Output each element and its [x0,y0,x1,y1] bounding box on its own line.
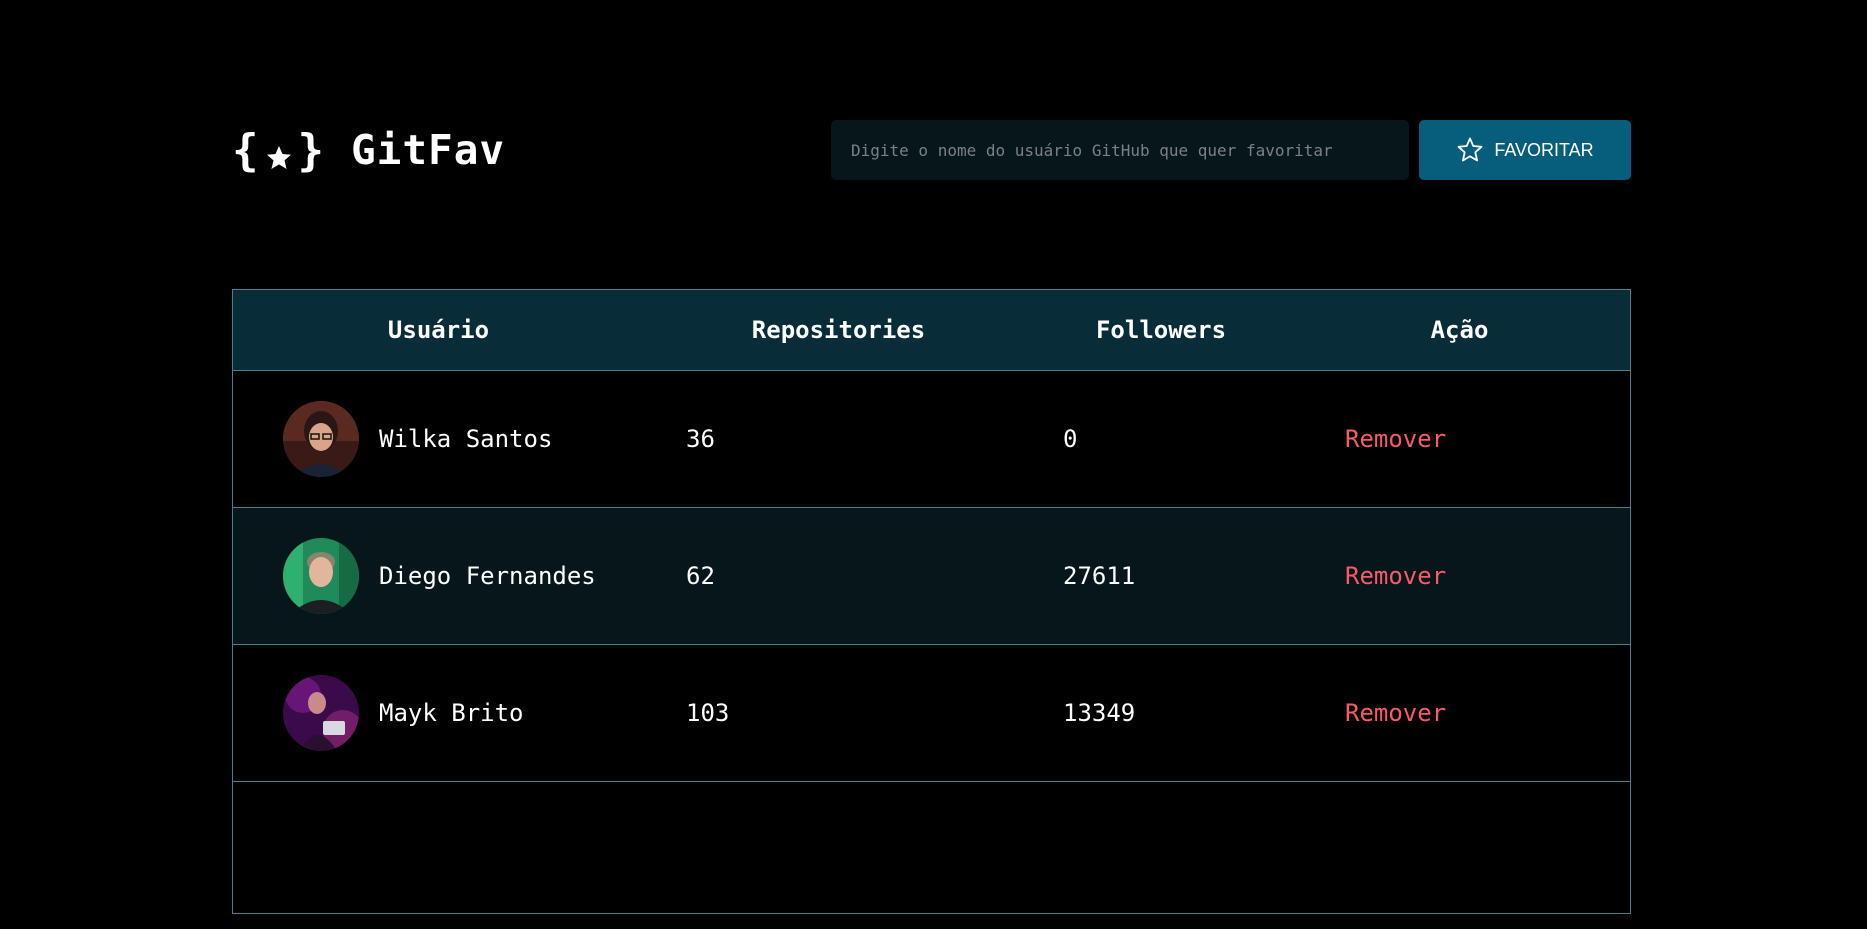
star-icon [264,135,294,169]
logo-brace-close: } [297,124,325,176]
search-input[interactable] [831,120,1409,180]
user-cell: Mayk Brito [233,644,644,781]
action-cell: Remover [1289,644,1630,781]
table-row: Mayk Brito 103 13349 Remover [233,644,1630,781]
avatar-icon [283,674,359,751]
user-name: Diego Fernandes [379,561,596,590]
header: { } GitFav FAVORITAR [232,120,1632,180]
user-name: Mayk Brito [379,698,524,727]
user-cell: Wilka Santos [233,370,644,507]
repositories-count: 36 [686,424,715,453]
logo-text: GitFav [351,126,506,174]
remove-button[interactable]: Remover [1345,699,1446,727]
action-cell: Remover [1289,370,1630,507]
table-header-row: Usuário Repositories Followers Ação [233,290,1630,370]
user-cell: Diego Fernandes [233,507,644,644]
header-followers: Followers [1095,315,1227,344]
header-repositories: Repositories [751,315,926,344]
followers-count: 0 [1063,424,1078,453]
header-user: Usuário [387,315,490,344]
avatar-icon [283,400,359,477]
table-row: Diego Fernandes 62 27611 Remover [233,507,1630,644]
favorites-table: Usuário Repositories Followers Ação Wilk… [232,289,1631,914]
followers-count: 27611 [1063,561,1136,590]
page: { } GitFav FAVORITAR Usuário [0,0,1867,929]
favorite-button[interactable]: FAVORITAR [1419,120,1631,180]
avatar-icon [283,537,359,614]
logo: { } GitFav [232,120,505,180]
repositories-count: 62 [686,561,715,590]
remove-button[interactable]: Remover [1345,562,1446,590]
favorite-button-label: FAVORITAR [1494,139,1594,160]
star-outline-icon [1456,136,1484,164]
empty-row [233,781,1630,912]
followers-count: 13349 [1063,698,1136,727]
logo-brace-open: { [232,124,260,176]
header-action: Ação [1430,315,1489,344]
table-row: Wilka Santos 36 0 Remover [233,370,1630,507]
action-cell: Remover [1289,507,1630,644]
user-name: Wilka Santos [379,424,553,453]
remove-button[interactable]: Remover [1345,425,1446,453]
repositories-count: 103 [686,698,730,727]
